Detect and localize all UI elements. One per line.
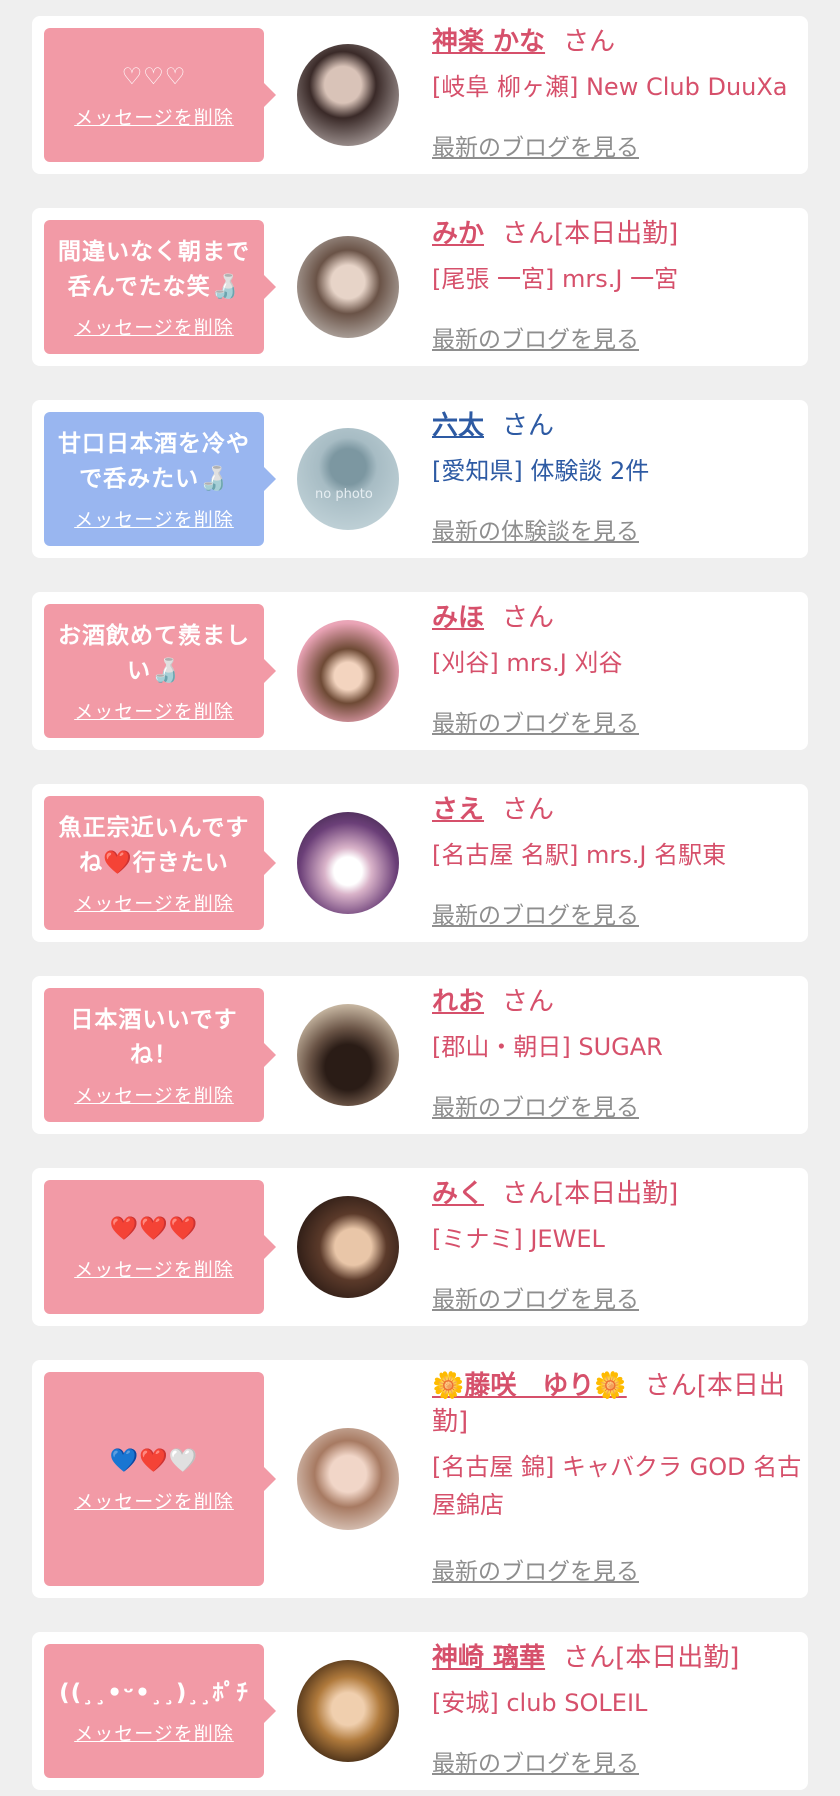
avatar[interactable]: no photo — [297, 428, 399, 530]
list-item: 甘口日本酒を冷やで呑みたい🍶 メッセージを削除 no photo 六太 さん [愛… — [32, 400, 808, 558]
message-text: お酒飲めて羨ましい🍶 — [58, 622, 250, 684]
list-item: 💙❤️🤍 メッセージを削除 🌼藤咲 ゆり🌼 さん[本日出勤] [名古屋 錦] キャ… — [32, 1360, 808, 1598]
cast-name-link[interactable]: れお — [432, 987, 484, 1017]
avatar[interactable] — [297, 812, 399, 914]
cast-name-link[interactable]: 🌼藤咲 ゆり🌼 — [432, 1371, 627, 1401]
list-item: 日本酒いいですね！ メッセージを削除 れお さん [郡山・朝日] SUGAR 最新… — [32, 976, 808, 1134]
delete-message-link[interactable]: メッセージを削除 — [74, 889, 234, 916]
honorific: さん — [502, 411, 555, 441]
shop-info: [名古屋 錦] キャバクラ GOD 名古屋錦店 — [432, 1453, 802, 1519]
message-bubble: 💙❤️🤍 メッセージを削除 — [44, 1372, 276, 1586]
avatar[interactable] — [297, 620, 399, 722]
list-item: ((¸¸•ᵕ•¸¸)¸¸ﾎﾟﾁ メッセージを削除 神崎 璃華 さん[本日出勤] [… — [32, 1632, 808, 1790]
avatar[interactable] — [297, 236, 399, 338]
message-text: 日本酒いいですね！ — [70, 1006, 238, 1068]
honorific: さん — [502, 987, 555, 1017]
list-item: 間違いなく朝まで呑んでたな笑🍶 メッセージを削除 みか さん[本日出勤] [尾張 … — [32, 208, 808, 366]
shop-info: [郡山・朝日] SUGAR — [432, 1033, 663, 1061]
avatar[interactable] — [297, 1196, 399, 1298]
list-item: ♡♡♡ メッセージを削除 神楽 かな さん [岐阜 柳ヶ瀬] New Club D… — [32, 16, 808, 174]
list-item: 魚正宗近いんですね❤️行きたい メッセージを削除 さえ さん [名古屋 名駅] m… — [32, 784, 808, 942]
shop-info: [尾張 一宮] mrs.J 一宮 — [432, 265, 679, 293]
shop-info: [名古屋 名駅] mrs.J 名駅東 — [432, 841, 727, 869]
message-bubble: ♡♡♡ メッセージを削除 — [44, 28, 276, 162]
honorific: さん — [502, 603, 555, 633]
honorific: さん — [563, 27, 616, 57]
delete-message-link[interactable]: メッセージを削除 — [74, 697, 234, 724]
shop-info: [安城] club SOLEIL — [432, 1689, 648, 1717]
cast-name-link[interactable]: みほ — [432, 603, 484, 633]
message-text: ♡♡♡ — [121, 64, 187, 90]
shop-info: [愛知県] 体験談 2件 — [432, 457, 650, 485]
message-bubble: ❤️❤️❤️ メッセージを削除 — [44, 1180, 276, 1314]
message-bubble: 間違いなく朝まで呑んでたな笑🍶 メッセージを削除 — [44, 220, 276, 354]
cast-name-link[interactable]: さえ — [432, 795, 484, 825]
message-bubble: お酒飲めて羨ましい🍶 メッセージを削除 — [44, 604, 276, 738]
latest-blog-link[interactable]: 最新のブログを見る — [432, 1088, 639, 1122]
latest-blog-link[interactable]: 最新のブログを見る — [432, 1552, 639, 1586]
message-text: 魚正宗近いんですね❤️行きたい — [58, 814, 250, 876]
message-text: 間違いなく朝まで呑んでたな笑🍶 — [58, 238, 250, 300]
latest-blog-link[interactable]: 最新のブログを見る — [432, 1280, 639, 1314]
latest-blog-link[interactable]: 最新のブログを見る — [432, 704, 639, 738]
message-bubble: 魚正宗近いんですね❤️行きたい メッセージを削除 — [44, 796, 276, 930]
latest-blog-link[interactable]: 最新のブログを見る — [432, 128, 639, 162]
no-photo-label: no photo — [315, 487, 373, 502]
latest-review-link[interactable]: 最新の体験談を見る — [432, 512, 639, 546]
message-bubble: 甘口日本酒を冷やで呑みたい🍶 メッセージを削除 — [44, 412, 276, 546]
delete-message-link[interactable]: メッセージを削除 — [74, 1255, 234, 1282]
cast-name-link[interactable]: みか — [432, 219, 484, 249]
cast-name-link[interactable]: 神楽 かな — [432, 27, 545, 57]
message-list: ♡♡♡ メッセージを削除 神楽 かな さん [岐阜 柳ヶ瀬] New Club D… — [0, 0, 840, 1796]
latest-blog-link[interactable]: 最新のブログを見る — [432, 896, 639, 930]
delete-message-link[interactable]: メッセージを削除 — [74, 505, 234, 532]
delete-message-link[interactable]: メッセージを削除 — [74, 1719, 234, 1746]
avatar[interactable] — [297, 1660, 399, 1762]
list-item: ❤️❤️❤️ メッセージを削除 みく さん[本日出勤] [ミナミ] JEWEL 最… — [32, 1168, 808, 1326]
delete-message-link[interactable]: メッセージを削除 — [74, 1081, 234, 1108]
honorific: さん[本日出勤] — [563, 1643, 740, 1673]
message-bubble: ((¸¸•ᵕ•¸¸)¸¸ﾎﾟﾁ メッセージを削除 — [44, 1644, 276, 1778]
delete-message-link[interactable]: メッセージを削除 — [74, 313, 234, 340]
shop-info: [刈谷] mrs.J 刈谷 — [432, 649, 623, 677]
shop-info: [岐阜 柳ヶ瀬] New Club DuuXa — [432, 73, 788, 101]
message-text: ((¸¸•ᵕ•¸¸)¸¸ﾎﾟﾁ — [59, 1680, 249, 1706]
avatar[interactable] — [297, 1428, 399, 1530]
user-name-link[interactable]: 六太 — [432, 411, 484, 441]
latest-blog-link[interactable]: 最新のブログを見る — [432, 1744, 639, 1778]
honorific: さん — [502, 795, 555, 825]
message-text: 甘口日本酒を冷やで呑みたい🍶 — [58, 430, 250, 492]
latest-blog-link[interactable]: 最新のブログを見る — [432, 320, 639, 354]
honorific: さん[本日出勤] — [502, 219, 679, 249]
avatar[interactable] — [297, 1004, 399, 1106]
delete-message-link[interactable]: メッセージを削除 — [74, 103, 234, 130]
cast-name-link[interactable]: みく — [432, 1179, 484, 1209]
avatar[interactable] — [297, 44, 399, 146]
message-text: 💙❤️🤍 — [109, 1448, 199, 1474]
message-text: ❤️❤️❤️ — [109, 1216, 199, 1242]
delete-message-link[interactable]: メッセージを削除 — [74, 1487, 234, 1514]
shop-info: [ミナミ] JEWEL — [432, 1225, 605, 1253]
cast-name-link[interactable]: 神崎 璃華 — [432, 1643, 545, 1673]
honorific: さん[本日出勤] — [502, 1179, 679, 1209]
message-bubble: 日本酒いいですね！ メッセージを削除 — [44, 988, 276, 1122]
list-item: お酒飲めて羨ましい🍶 メッセージを削除 みほ さん [刈谷] mrs.J 刈谷 最… — [32, 592, 808, 750]
